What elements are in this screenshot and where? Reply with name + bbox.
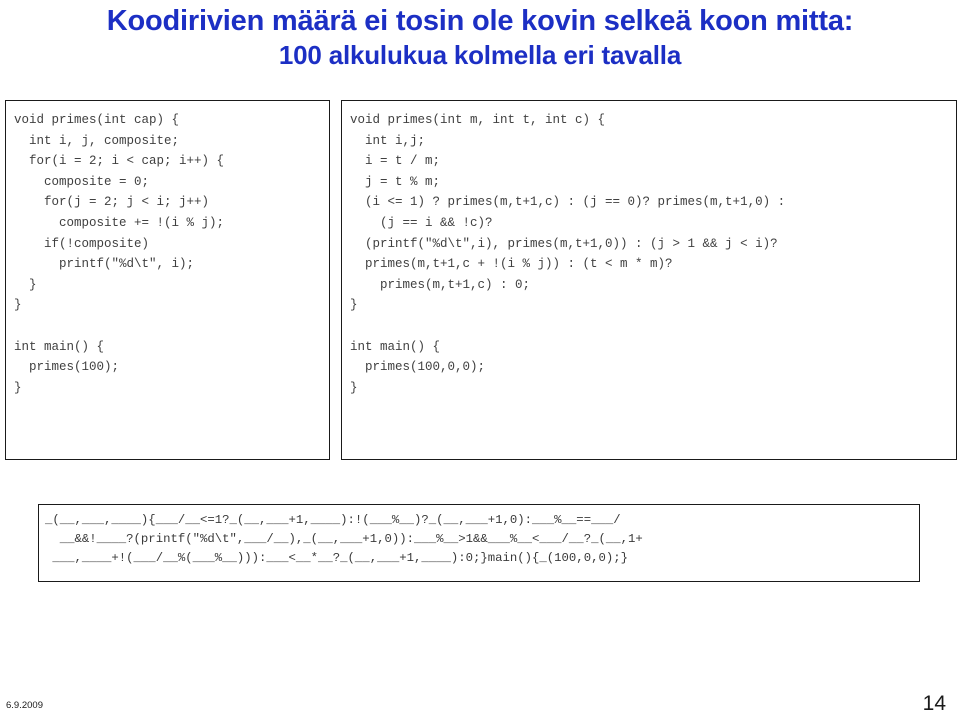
code-text-obfuscated: _(__,___,____){___/__<=1?_(__,___+1,____… xyxy=(45,513,643,565)
code-block-recursive: void primes(int m, int t, int c) { int i… xyxy=(341,100,957,460)
code-block-obfuscated: _(__,___,____){___/__<=1?_(__,___+1,____… xyxy=(38,504,920,582)
page-title-line-2: 100 alkulukua kolmella eri tavalla xyxy=(278,40,682,70)
code-text-iterative: void primes(int cap) { int i, j, composi… xyxy=(14,113,225,395)
footer-page-number: 14 xyxy=(922,692,946,715)
page-title-line-1: Koodirivien määrä ei tosin ole kovin sel… xyxy=(106,5,854,37)
page-title: Koodirivien määrä ei tosin ole kovin sel… xyxy=(0,4,960,72)
code-block-iterative: void primes(int cap) { int i, j, composi… xyxy=(5,100,330,460)
code-text-recursive: void primes(int m, int t, int c) { int i… xyxy=(350,113,786,395)
footer-date: 6.9.2009 xyxy=(6,700,43,711)
